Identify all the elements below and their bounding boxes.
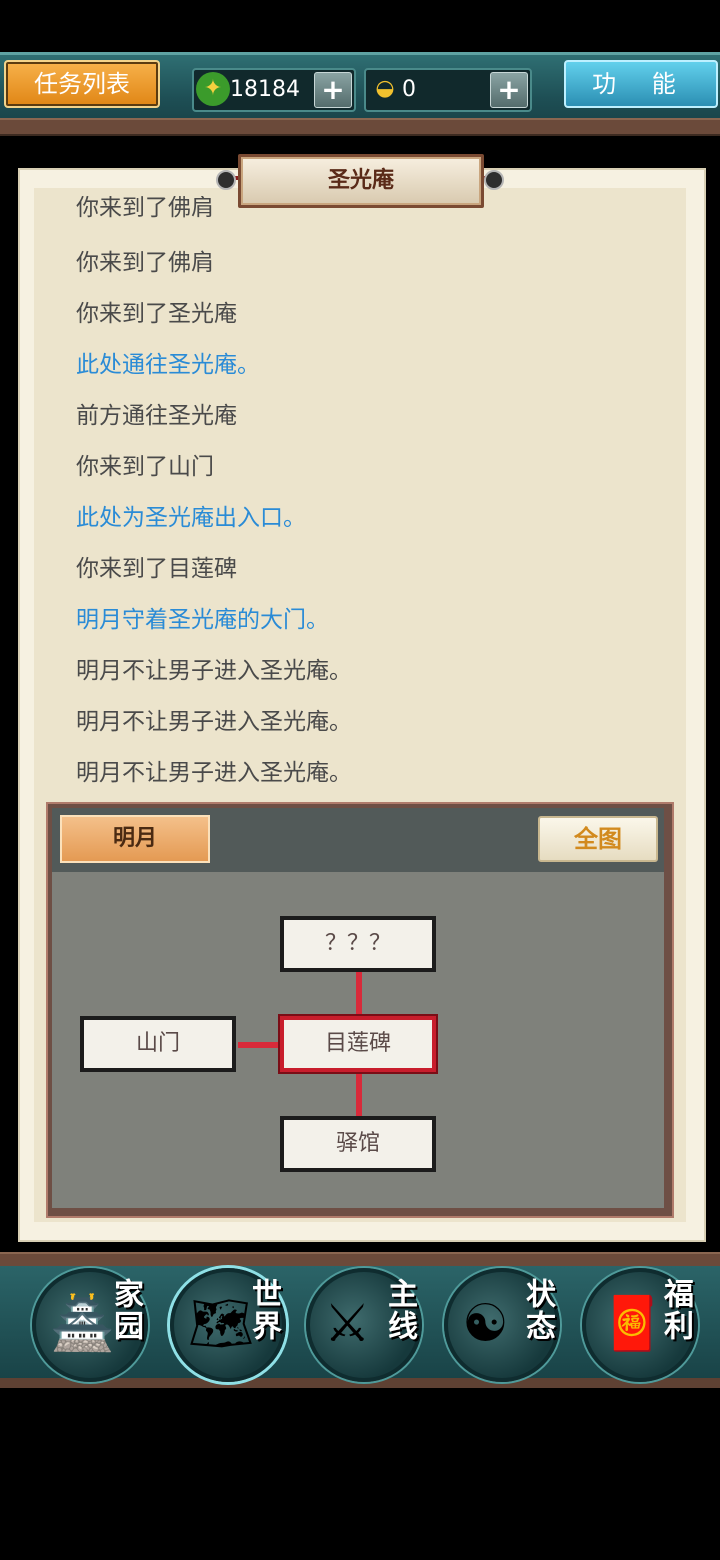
function-button[interactable]: 功 能 <box>564 60 718 108</box>
log-line: 前方通往圣光庵 <box>76 403 237 429</box>
game-screen: 任务列表 ✦ 18184 + ◒ 0 + 功 能 圣光庵 你来到了佛肩 你来到了… <box>0 0 720 1560</box>
full-map-button[interactable]: 全图 <box>538 816 658 862</box>
nav-world-button[interactable]: 🗺 世界 <box>170 1268 286 1382</box>
log-line: 此处通往圣光庵。 <box>76 352 260 378</box>
npc-mingyue-button[interactable]: 明月 <box>60 815 210 863</box>
map-node-shanmen[interactable]: 山门 <box>80 1016 236 1072</box>
nav-welfare-label: 福利 <box>658 1278 693 1342</box>
log-line: 你来到了山门 <box>76 454 214 480</box>
top-bar-divider <box>0 118 720 136</box>
nav-home-label: 家园 <box>108 1278 143 1342</box>
nav-welfare-button[interactable]: 🧧 福利 <box>582 1268 698 1382</box>
message-log[interactable]: 你来到了佛肩 你来到了佛肩 你来到了圣光庵 此处通往圣光庵。 前方通往圣光庵 你… <box>76 196 676 788</box>
nav-main-quest-label: 主线 <box>382 1278 417 1342</box>
path-north <box>356 972 362 1018</box>
nav-home-button[interactable]: 🏯 家园 <box>32 1268 148 1382</box>
nav-world-label: 世界 <box>246 1278 281 1342</box>
log-line: 此处为圣光庵出入口。 <box>76 505 306 531</box>
map-node-current-mulianbei[interactable]: 目莲碑 <box>280 1016 436 1072</box>
path-south <box>356 1074 362 1116</box>
jade-coin-icon: ✦ <box>196 72 230 106</box>
map-node-unknown[interactable]: ？？？ <box>280 916 436 972</box>
path-west <box>238 1042 282 1048</box>
log-line: 明月不让男子进入圣光庵。 <box>76 658 352 684</box>
gold-ingot-icon: ◒ <box>375 76 395 101</box>
plaque-knob-right <box>484 170 504 190</box>
log-line: 你来到了目莲碑 <box>76 556 237 582</box>
log-line: 你来到了圣光庵 <box>76 301 237 327</box>
nav-status-label: 状态 <box>520 1278 555 1342</box>
gold-currency-display: ◒ 0 + <box>364 68 532 112</box>
add-jade-button[interactable]: + <box>314 72 352 108</box>
status-bagua-icon: ☯ <box>462 1294 509 1354</box>
jade-currency-display: ✦ 18184 + <box>192 68 356 112</box>
add-gold-button[interactable]: + <box>490 72 528 108</box>
map-node-yiguan[interactable]: 驿馆 <box>280 1116 436 1172</box>
main-quest-icon: ⚔ <box>324 1294 371 1354</box>
nav-status-button[interactable]: ☯ 状态 <box>444 1268 560 1382</box>
log-line: 明月不让男子进入圣光庵。 <box>76 760 352 786</box>
gold-currency-value: 0 <box>402 77 416 102</box>
log-line: 你来到了佛肩 <box>76 196 214 221</box>
jade-currency-value: 18184 <box>230 77 300 102</box>
log-line: 明月不让男子进入圣光庵。 <box>76 709 352 735</box>
plaque-knob-left <box>216 170 236 190</box>
log-line: 你来到了佛肩 <box>76 250 214 276</box>
nav-main-quest-button[interactable]: ⚔ 主线 <box>306 1268 422 1382</box>
log-line: 明月守着圣光庵的大门。 <box>76 607 329 633</box>
task-list-button[interactable]: 任务列表 <box>4 60 160 108</box>
